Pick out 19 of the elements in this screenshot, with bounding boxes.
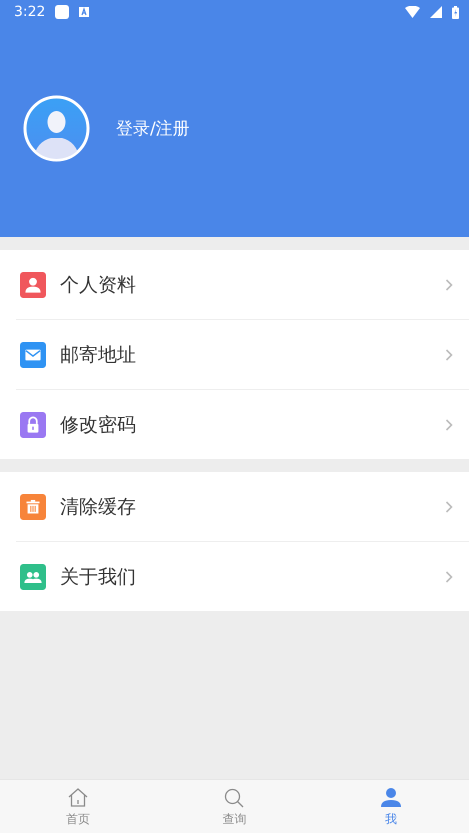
person-icon	[378, 786, 403, 810]
menu-item[interactable]: 清除缓存	[0, 472, 469, 541]
chevron-right-icon	[445, 418, 453, 430]
chevron-right-icon	[445, 570, 453, 582]
menu-item[interactable]: 邮寄地址	[0, 320, 469, 389]
chevron-right-icon	[445, 500, 453, 512]
menu-item[interactable]: 修改密码	[0, 390, 469, 459]
menu-item[interactable]: 关于我们	[0, 542, 469, 611]
login-register-link[interactable]: 登录/注册	[116, 117, 190, 140]
chevron-right-icon	[445, 278, 453, 290]
keyboard-icon	[79, 7, 90, 17]
signal-icon	[430, 6, 442, 18]
avatar-icon	[23, 95, 90, 162]
clock-time: 3:22	[14, 4, 46, 20]
chevron-right-icon	[445, 348, 453, 360]
battery-icon	[452, 6, 459, 18]
wifi-icon	[405, 6, 420, 18]
menu-item[interactable]: 个人资料	[0, 250, 469, 319]
notification-icon	[55, 5, 70, 19]
